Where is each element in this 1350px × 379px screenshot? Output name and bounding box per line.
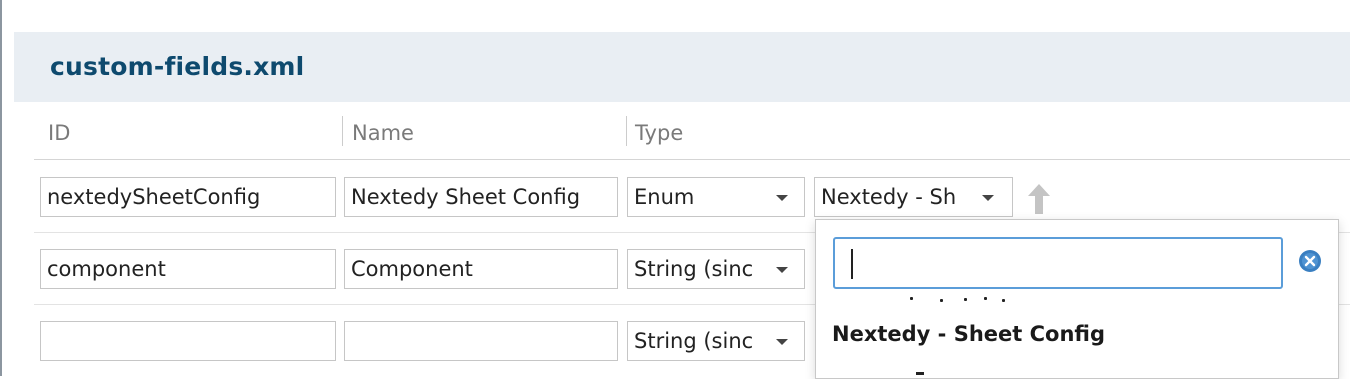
name-field[interactable] (344, 321, 618, 361)
arrow-up-icon[interactable] (1024, 182, 1054, 216)
page-title: custom-fields.xml (50, 52, 305, 81)
name-field[interactable]: Component (344, 249, 618, 289)
chevron-down-icon (776, 339, 788, 345)
name-field[interactable]: Nextedy Sheet Config (344, 177, 618, 217)
enum-dropdown-panel: Nextedy - Sheet Config (815, 219, 1339, 379)
dropdown-option-partial (916, 372, 924, 375)
header-divider (34, 159, 1350, 160)
column-header-type: Type (635, 121, 684, 145)
column-header-name: Name (352, 121, 414, 145)
chevron-down-icon (776, 195, 788, 201)
type-select-value: String (sinc (634, 329, 754, 353)
column-header-id: ID (48, 121, 71, 145)
editor-frame: custom-fields.xml ID Name Type nextedySh… (0, 0, 1350, 379)
id-field[interactable]: nextedySheetConfig (40, 177, 336, 217)
type-select[interactable]: String (sinc (627, 321, 805, 361)
dropdown-option-partial (906, 297, 1016, 305)
dropdown-search-input[interactable] (833, 237, 1283, 289)
clear-circle-icon[interactable] (1298, 249, 1322, 273)
column-separator (626, 116, 627, 146)
chevron-down-icon (776, 267, 788, 273)
column-separator (342, 116, 343, 146)
type-select-value: String (sinc (634, 257, 754, 281)
type-select-value: Enum (634, 185, 695, 209)
id-field[interactable]: component (40, 249, 336, 289)
type-select[interactable]: String (sinc (627, 249, 805, 289)
chevron-down-icon (982, 195, 994, 201)
text-cursor (851, 249, 853, 279)
dropdown-option-selected[interactable]: Nextedy - Sheet Config (832, 322, 1105, 346)
id-field[interactable] (40, 321, 336, 361)
enum-select[interactable]: Nextedy - Sh (814, 177, 1013, 217)
panel-header: custom-fields.xml (14, 32, 1350, 102)
type-select[interactable]: Enum (627, 177, 805, 217)
enum-select-value: Nextedy - Sh (821, 185, 957, 209)
